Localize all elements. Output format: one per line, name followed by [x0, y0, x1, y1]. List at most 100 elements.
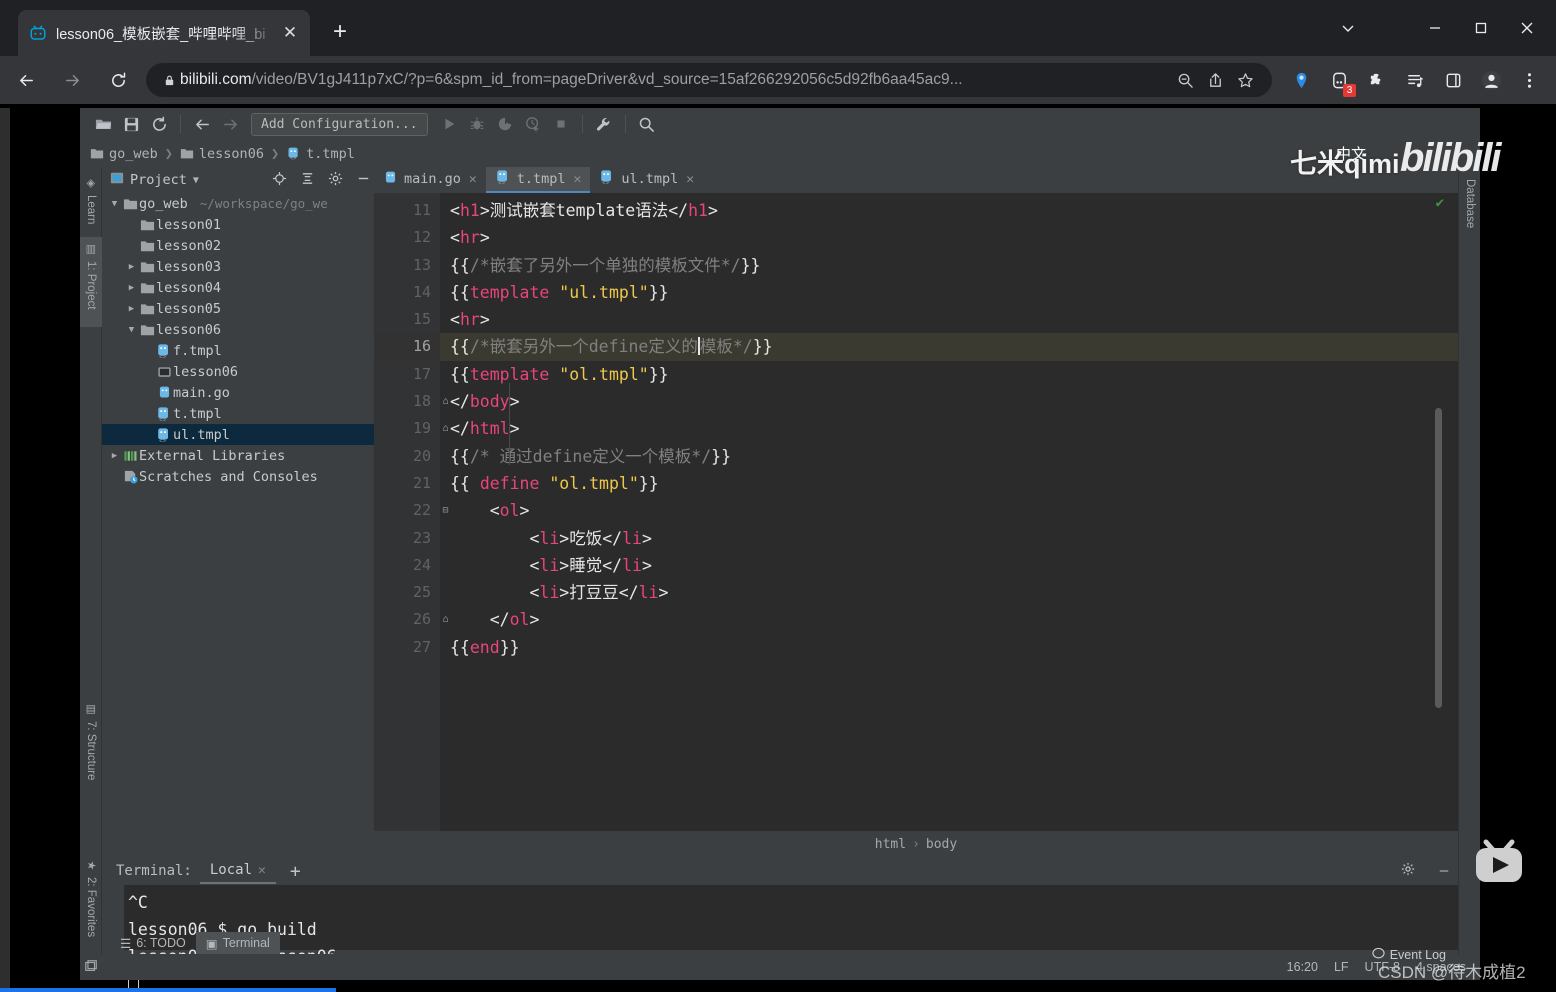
tree-item-t-tmpl[interactable]: <>t.tmpl: [102, 403, 374, 424]
inspection-ok-icon[interactable]: ✔: [1436, 195, 1444, 211]
code-line[interactable]: </ol>: [440, 606, 1458, 633]
stop-icon[interactable]: [548, 112, 574, 136]
tree-item-lesson04[interactable]: ▶lesson04: [102, 277, 374, 298]
sidebar-item-database[interactable]: Database: [1459, 173, 1481, 253]
media-list-icon[interactable]: [1396, 61, 1434, 99]
chevron-down-icon[interactable]: ▼: [193, 175, 199, 186]
pin-icon[interactable]: [1282, 61, 1320, 99]
code-line[interactable]: <h1>测试嵌套template语法</h1>: [440, 197, 1458, 224]
line-number[interactable]: 18⌂: [374, 388, 440, 415]
editor-scrollbar[interactable]: [1435, 408, 1442, 708]
line-number[interactable]: 17: [374, 361, 440, 388]
tree-collapse-arrow-icon[interactable]: ▼: [108, 199, 121, 209]
toolwindow-terminal[interactable]: ▣ Terminal: [196, 932, 280, 954]
tree-item-lesson03[interactable]: ▶lesson03: [102, 256, 374, 277]
line-number[interactable]: 24: [374, 552, 440, 579]
line-number[interactable]: 19⌂: [374, 415, 440, 442]
star-icon[interactable]: [1230, 72, 1260, 89]
line-number[interactable]: 25: [374, 579, 440, 606]
extension-app-icon[interactable]: 3: [1320, 61, 1358, 99]
code-line[interactable]: {{template "ul.tmpl"}}: [440, 279, 1458, 306]
tree-item-scratches-and-consoles[interactable]: Scratches and Consoles: [102, 466, 374, 487]
breadcrumb-item-0[interactable]: go_web: [90, 146, 158, 162]
add-configuration-button[interactable]: Add Configuration...: [251, 113, 428, 136]
tree-expand-arrow-icon[interactable]: ▶: [125, 283, 138, 293]
breadcrumb-item-1[interactable]: lesson06: [180, 146, 264, 162]
close-icon[interactable]: ✕: [280, 23, 300, 43]
breadcrumb-item-2[interactable]: <> t.tmpl: [286, 146, 355, 162]
menu-kebab-icon[interactable]: [1510, 61, 1548, 99]
tree-item-ul-tmpl[interactable]: <>ul.tmpl: [102, 424, 374, 445]
settings-gear-icon[interactable]: [324, 171, 346, 190]
tree-item-external-libraries[interactable]: ▶External Libraries: [102, 445, 374, 466]
plus-icon[interactable]: +: [284, 861, 307, 882]
share-icon[interactable]: [1200, 72, 1230, 89]
close-icon[interactable]: ✕: [574, 172, 582, 187]
close-icon[interactable]: ✕: [469, 172, 477, 187]
tree-item-main-go[interactable]: main.go: [102, 382, 374, 403]
code-line[interactable]: {{/*嵌套了另外一个单独的模板文件*/}}: [440, 252, 1458, 279]
code-line[interactable]: {{/*嵌套另外一个define定义的模板*/}}: [440, 333, 1458, 360]
back-icon[interactable]: [6, 60, 46, 100]
profile-icon[interactable]: [1472, 61, 1510, 99]
code-line[interactable]: {{template "ol.tmpl"}}: [440, 361, 1458, 388]
tree-item-go-web[interactable]: ▼go_web~/workspace/go_we: [102, 193, 374, 214]
project-tree[interactable]: ▼go_web~/workspace/go_welesson01lesson02…: [102, 193, 374, 857]
zoom-out-icon[interactable]: [1170, 72, 1200, 89]
editor-breadcrumb-item[interactable]: html: [875, 837, 906, 852]
line-number[interactable]: 16: [374, 333, 440, 360]
puzzle-icon[interactable]: [1358, 61, 1396, 99]
hide-panel-icon[interactable]: [352, 171, 374, 190]
close-button[interactable]: [1504, 8, 1550, 48]
tree-collapse-arrow-icon[interactable]: ▼: [125, 325, 138, 335]
code-line[interactable]: </html>: [440, 415, 1458, 442]
line-number[interactable]: 11: [374, 197, 440, 224]
line-number[interactable]: 20: [374, 443, 440, 470]
sidebar-item-learn[interactable]: ◈ Learn: [80, 171, 102, 233]
line-number[interactable]: 13: [374, 252, 440, 279]
code-line[interactable]: {{end}}: [440, 634, 1458, 661]
cursor-position[interactable]: 16:20: [1287, 960, 1318, 974]
address-bar[interactable]: bilibili.com/video/BV1gJ411p7xC/?p=6&spm…: [146, 63, 1272, 97]
editor-tab-ul-tmpl[interactable]: <>ul.tmpl✕: [590, 167, 703, 193]
editor-tab-t-tmpl[interactable]: <>t.tmpl✕: [486, 167, 591, 193]
sync-icon[interactable]: [146, 112, 172, 136]
code-line[interactable]: <hr>: [440, 224, 1458, 251]
line-separator[interactable]: LF: [1334, 960, 1349, 974]
tree-expand-arrow-icon[interactable]: ▶: [125, 262, 138, 272]
code-line[interactable]: <li>吃饭</li>: [440, 525, 1458, 552]
search-icon[interactable]: [634, 112, 660, 136]
terminal-tab-local[interactable]: Local ✕: [200, 858, 276, 884]
toolwindow-todo[interactable]: ☰ 6: TODO: [110, 932, 196, 954]
line-number[interactable]: 23: [374, 525, 440, 552]
run-icon[interactable]: [436, 112, 462, 136]
minimize-icon[interactable]: —: [1430, 863, 1458, 879]
sidebar-item-favorites[interactable]: ★ 2: Favorites: [80, 853, 102, 961]
code-editor[interactable]: 1112131415161718⌂19⌂202122⊟23242526⌂27 <…: [374, 193, 1458, 831]
code-line[interactable]: <hr>: [440, 306, 1458, 333]
wrench-icon[interactable]: [591, 112, 617, 136]
code-content[interactable]: <h1>测试嵌套template语法</h1><hr>{{/*嵌套了另外一个单独…: [440, 193, 1458, 831]
forward-icon[interactable]: [217, 112, 243, 136]
sidepanel-icon[interactable]: [1434, 61, 1472, 99]
line-number[interactable]: 12: [374, 224, 440, 251]
back-icon[interactable]: [189, 112, 215, 136]
editor-breadcrumb-item[interactable]: body: [926, 837, 957, 852]
settings-gear-icon[interactable]: [1394, 862, 1422, 880]
tree-item-lesson01[interactable]: lesson01: [102, 214, 374, 235]
debug-icon[interactable]: [464, 112, 490, 136]
tree-item-f-tmpl[interactable]: <>f.tmpl: [102, 340, 374, 361]
code-line[interactable]: {{ define "ol.tmpl"}}: [440, 470, 1458, 497]
run-coverage-icon[interactable]: [492, 112, 518, 136]
line-number[interactable]: 22⊟: [374, 497, 440, 524]
maximize-button[interactable]: [1458, 8, 1504, 48]
layout-icon[interactable]: [80, 959, 102, 976]
reload-icon[interactable]: [98, 60, 138, 100]
code-line[interactable]: <ol>: [440, 497, 1458, 524]
sidebar-item-structure[interactable]: ▥ 7: Structure: [80, 697, 102, 801]
tree-expand-arrow-icon[interactable]: ▶: [125, 304, 138, 314]
save-icon[interactable]: [118, 112, 144, 136]
tree-item-lesson05[interactable]: ▶lesson05: [102, 298, 374, 319]
line-number[interactable]: 14: [374, 279, 440, 306]
code-line[interactable]: </body>: [440, 388, 1458, 415]
